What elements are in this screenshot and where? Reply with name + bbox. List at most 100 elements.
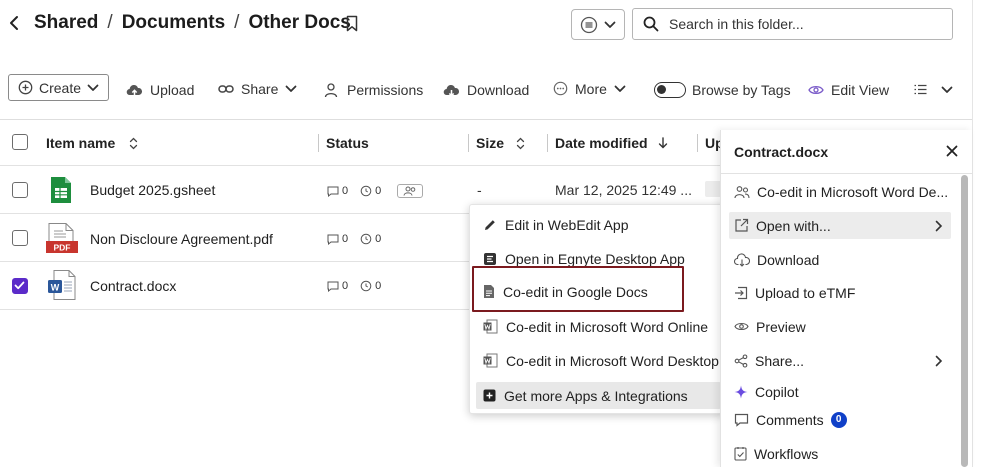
column-header-date-modified[interactable]: Date modified (555, 135, 668, 151)
action-copilot[interactable]: Copilot (729, 378, 951, 405)
chevron-right-icon (935, 355, 943, 367)
download-button[interactable]: Download (443, 76, 529, 103)
menu-item-label: Open in Egnyte Desktop App (505, 250, 685, 267)
column-divider[interactable] (318, 134, 319, 152)
sort-descending-icon (658, 137, 668, 149)
row-checkbox[interactable] (12, 182, 28, 198)
action-open-with[interactable]: Open with... (729, 212, 951, 239)
create-button[interactable]: Create (8, 74, 109, 101)
menu-item-label: Co-edit in Google Docs (503, 283, 648, 300)
sort-icon (516, 137, 525, 150)
menu-item-open-egnyte-desktop[interactable]: Open in Egnyte Desktop App (476, 245, 721, 272)
menu-item-label: Co-edit in Microsoft Word Desktop (506, 352, 719, 369)
action-upload-to-etmf[interactable]: Upload to eTMF (729, 279, 951, 306)
column-header-label: Date modified (555, 135, 648, 151)
column-header-size[interactable]: Size (476, 135, 525, 151)
edit-view-label: Edit View (831, 81, 890, 98)
bookmark-icon[interactable] (345, 15, 359, 32)
action-label: Share... (755, 352, 805, 369)
breadcrumb-item-current: Other Docs (248, 12, 351, 33)
plus-square-icon (483, 389, 496, 402)
toolbar-divider (0, 119, 972, 120)
permissions-button[interactable]: Permissions (324, 76, 423, 103)
panel-scrollbar[interactable] (961, 175, 968, 467)
breadcrumb-separator: / (234, 12, 240, 33)
column-header-label: Size (476, 135, 505, 151)
column-header-item-name[interactable]: Item name (46, 135, 138, 151)
egnyte-desktop-icon (483, 252, 497, 266)
status-indicators: 0 0 (327, 233, 390, 245)
row-divider (0, 309, 470, 310)
browse-by-tags-toggle[interactable]: Browse by Tags (654, 76, 791, 103)
menu-item-coedit-google-docs[interactable]: Co-edit in Google Docs (476, 278, 721, 305)
copilot-sparkle-icon (734, 385, 748, 399)
comment-icon (327, 186, 339, 197)
share-button[interactable]: Share (218, 75, 297, 102)
breadcrumb-item-shared[interactable]: Shared (34, 12, 98, 34)
file-name[interactable]: Contract.docx (90, 278, 176, 294)
select-all-checkbox[interactable] (12, 134, 28, 150)
edit-view-button[interactable]: Edit View (808, 76, 889, 103)
collaborators-icon (397, 184, 424, 198)
menu-item-get-more-apps[interactable]: Get more Apps & Integrations (476, 382, 721, 409)
action-share[interactable]: Share... (729, 347, 951, 374)
action-label: Co-edit in Microsoft Word De... (757, 183, 949, 200)
file-size: - (477, 182, 482, 198)
action-label: Download (757, 251, 820, 268)
date-modified: Mar 12, 2025 12:49 ... (555, 182, 692, 198)
menu-item-coedit-word-online[interactable]: Co-edit in Microsoft Word Online (476, 313, 721, 340)
view-mode-dropdown[interactable] (571, 9, 625, 40)
action-download[interactable]: Download (729, 246, 951, 273)
action-preview[interactable]: Preview (729, 313, 951, 340)
version-clock-icon (360, 185, 372, 197)
action-workflows[interactable]: Workflows (729, 440, 951, 467)
status-indicators: 0 0 (327, 280, 390, 292)
pencil-icon (483, 218, 497, 232)
comments-count-badge: 0 (830, 411, 847, 428)
comment-icon (734, 413, 749, 427)
column-divider[interactable] (697, 134, 698, 152)
word-icon (483, 353, 498, 368)
close-icon[interactable] (945, 144, 959, 158)
column-header-status[interactable]: Status (326, 135, 369, 151)
panel-divider (721, 173, 973, 174)
create-label: Create (39, 79, 82, 96)
chevron-down-icon (87, 84, 99, 92)
column-header-label: Status (326, 135, 369, 151)
more-label: More (575, 80, 607, 97)
menu-item-edit-webedit[interactable]: Edit in WebEdit App (476, 211, 721, 238)
action-coedit-word-desktop[interactable]: Co-edit in Microsoft Word De... (729, 178, 951, 205)
link-icon (218, 83, 234, 95)
column-options-dropdown[interactable] (914, 76, 953, 103)
list-view-icon (580, 16, 598, 34)
search-box (632, 8, 953, 40)
table-row[interactable]: W Contract.docx 0 0 (0, 262, 470, 309)
action-comments[interactable]: Comments 0 (729, 406, 951, 433)
column-divider[interactable] (468, 134, 469, 152)
permissions-label: Permissions (347, 81, 424, 98)
breadcrumb-item-documents[interactable]: Documents (122, 12, 225, 34)
comment-icon (327, 281, 339, 292)
workflow-icon (734, 446, 747, 461)
row-checkbox[interactable] (12, 230, 28, 246)
chevron-down-icon (604, 21, 616, 29)
column-divider[interactable] (547, 134, 548, 152)
search-input[interactable] (669, 16, 939, 32)
google-docs-icon (483, 284, 495, 299)
upload-button[interactable]: Upload (126, 76, 194, 103)
comment-icon (327, 234, 339, 245)
toggle-switch[interactable] (654, 81, 686, 98)
version-count: 0 (375, 233, 382, 245)
file-name[interactable]: Budget 2025.gsheet (90, 182, 215, 198)
table-row[interactable]: PDF Non Discloure Agreement.pdf 0 0 (0, 214, 470, 261)
chevron-down-icon (941, 86, 953, 94)
co-edit-icon (734, 185, 750, 199)
back-icon[interactable] (6, 13, 24, 33)
pdf-label: PDF (54, 243, 71, 253)
row-checkbox-checked[interactable] (12, 278, 28, 294)
share-label: Share (241, 80, 279, 97)
more-button[interactable]: More (553, 75, 626, 102)
file-name[interactable]: Non Discloure Agreement.pdf (90, 231, 273, 247)
word-icon (483, 319, 498, 334)
menu-item-coedit-word-desktop[interactable]: Co-edit in Microsoft Word Desktop (476, 347, 721, 374)
